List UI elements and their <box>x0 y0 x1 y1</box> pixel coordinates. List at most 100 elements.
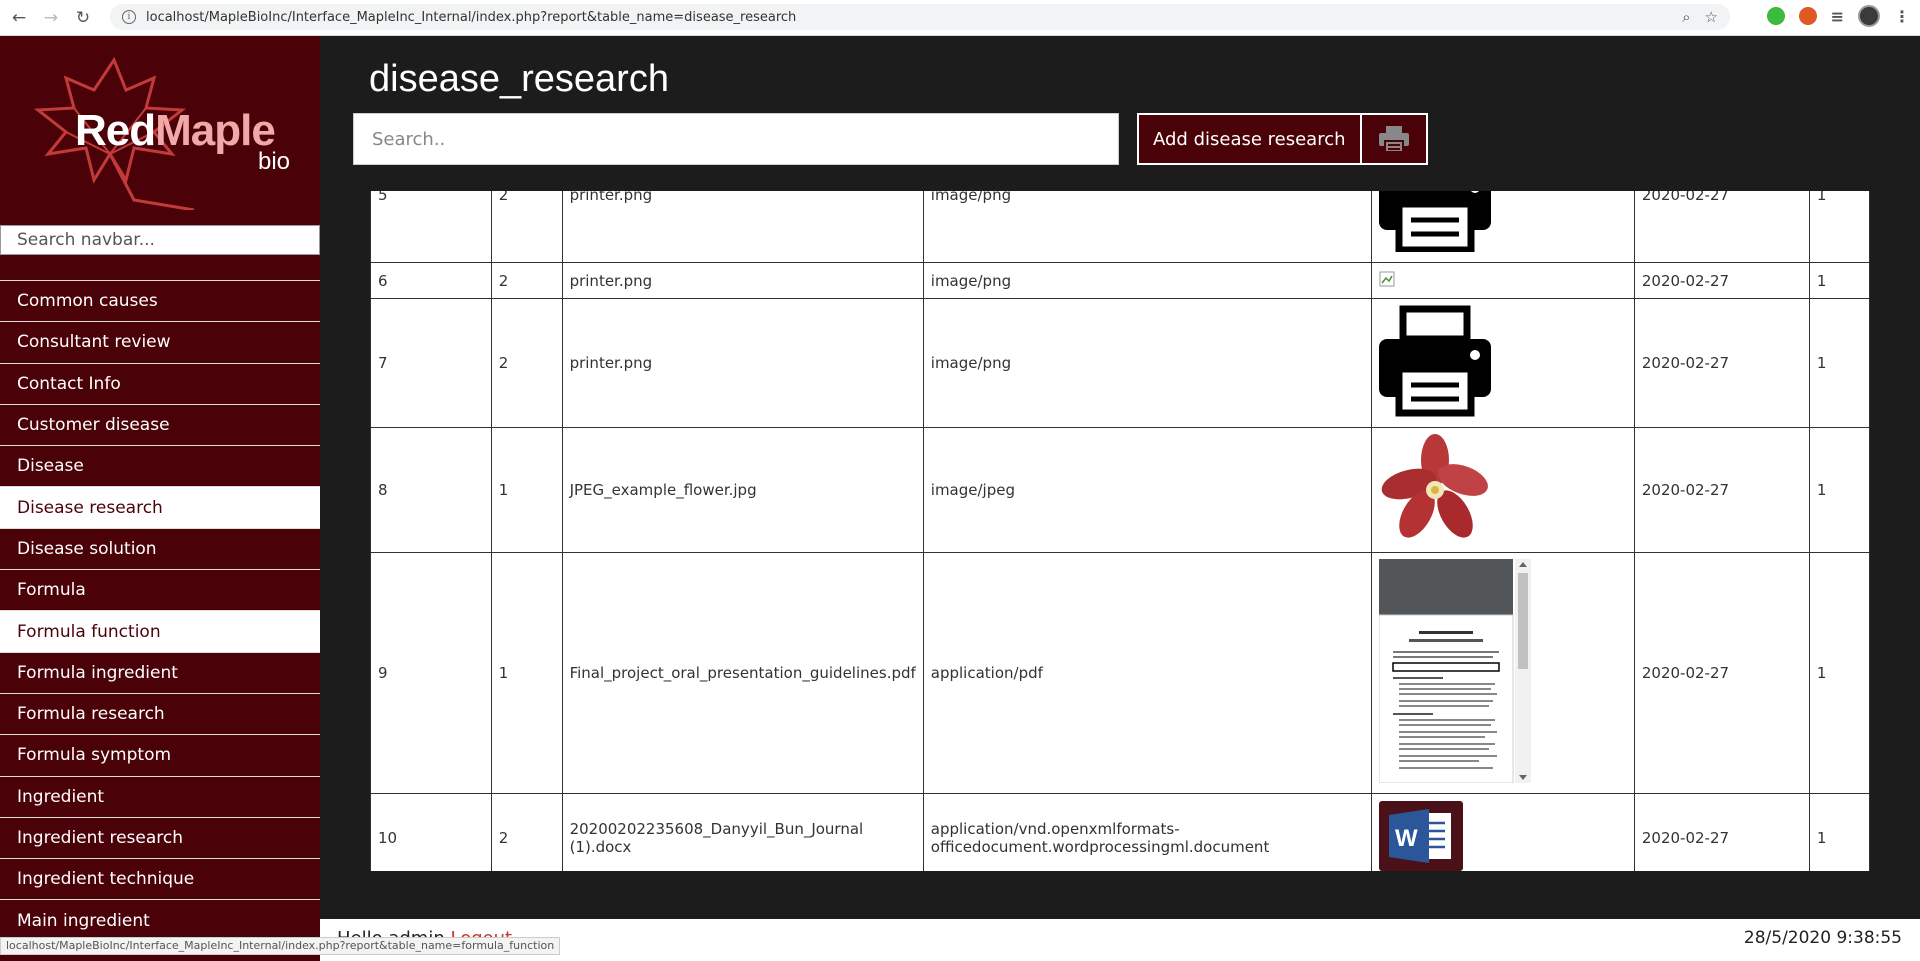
records-table-grid: 5 2 printer.png image/png 2020-02-27 1 6… <box>370 191 1870 871</box>
cell-id: 6 <box>370 262 492 299</box>
table-search-placeholder: Search.. <box>372 128 446 150</box>
cell-flag: 1 <box>1808 262 1870 299</box>
cell-c2: 2 <box>490 191 563 263</box>
sidebar-item-ingredient-technique[interactable]: Ingredient technique <box>0 858 320 899</box>
cell-flag: 1 <box>1808 552 1870 794</box>
cell-date: 2020-02-27 <box>1633 793 1810 871</box>
address-bar[interactable]: i localhost/MapleBioInc/Interface_MapleI… <box>110 4 1730 30</box>
cell-date: 2020-02-27 <box>1633 191 1810 263</box>
cell-preview: W <box>1371 793 1635 871</box>
sidebar-item-disease[interactable]: Disease <box>0 445 320 486</box>
extension-orange-icon[interactable] <box>1798 7 1817 25</box>
table-row[interactable]: 10 2 20200202235608_Danyyil_Bun_Journal … <box>370 793 1870 871</box>
cell-id: 10 <box>370 793 492 871</box>
cell-preview <box>1371 262 1635 299</box>
zoom-icon[interactable]: ⌕ <box>1682 8 1690 26</box>
table-search-input[interactable]: Search.. <box>353 113 1119 165</box>
sidebar-item-ingredient-research[interactable]: Ingredient research <box>0 816 320 858</box>
cell-date: 2020-02-27 <box>1633 427 1810 553</box>
cell-c2: 2 <box>490 298 563 428</box>
cell-filename: 20200202235608_Danyyil_Bun_Journal (1).d… <box>561 793 924 871</box>
svg-text:W: W <box>1395 825 1418 852</box>
table-row[interactable]: 9 1 Final_project_oral_presentation_guid… <box>370 552 1870 794</box>
sidebar-item-main-ingredient[interactable]: Main ingredient <box>0 899 320 940</box>
sidebar: RedMaple bio Search navbar... Common cau… <box>0 36 320 961</box>
profile-avatar[interactable] <box>1858 5 1880 27</box>
printer-preview-image[interactable] <box>1379 191 1492 254</box>
cell-flag: 1 <box>1808 191 1870 263</box>
sidebar-item-consultant-review[interactable]: Consultant review <box>0 321 320 362</box>
cell-filename: printer.png <box>561 191 924 263</box>
sidebar-item-ingredient[interactable]: Ingredient <box>0 775 320 817</box>
sidebar-item-formula[interactable]: Formula <box>0 569 320 610</box>
records-table: 5 2 printer.png image/png 2020-02-27 1 6… <box>370 191 1870 871</box>
logo-bio-word: bio <box>258 148 291 175</box>
cell-preview <box>1371 298 1635 428</box>
reload-icon[interactable]: ↻ <box>70 5 96 31</box>
navbar-search-input[interactable]: Search navbar... <box>0 225 320 255</box>
browser-menu-icon[interactable]: ⋮ <box>1894 7 1910 26</box>
browser-toolbar: ← → ↻ i localhost/MapleBioInc/Interface_… <box>0 0 1920 36</box>
media-queue-icon[interactable]: ≡ <box>1831 7 1844 26</box>
cell-filename: JPEG_example_flower.jpg <box>561 427 924 553</box>
logo-red-word: Red <box>75 106 156 155</box>
cell-date: 2020-02-27 <box>1633 298 1810 428</box>
cell-preview <box>1371 191 1635 263</box>
page-title: disease_research <box>369 58 669 100</box>
sidebar-item-contact-info[interactable]: Contact Info <box>0 362 320 404</box>
pdf-preview-viewer[interactable] <box>1378 559 1532 784</box>
table-row[interactable]: 6 2 printer.png image/png 2020-02-27 1 <box>370 262 1870 299</box>
datetime-display: 28/5/2020 9:38:55 <box>1743 928 1902 948</box>
back-icon[interactable]: ← <box>6 5 32 31</box>
cell-mimetype: image/png <box>922 191 1373 263</box>
cell-id: 8 <box>370 427 492 553</box>
redmaple-logo[interactable]: RedMaple bio <box>0 36 320 221</box>
cell-flag: 1 <box>1808 298 1870 428</box>
table-row[interactable]: 7 2 printer.png image/png 2020-02-27 1 <box>370 298 1870 428</box>
sidebar-item-formula-function[interactable]: Formula function <box>0 610 320 652</box>
cell-filename: Final_project_oral_presentation_guidelin… <box>561 552 924 794</box>
sidebar-item-formula-ingredient[interactable]: Formula ingredient <box>0 651 320 693</box>
print-button[interactable] <box>1361 115 1426 163</box>
logo-text: RedMaple <box>75 106 276 156</box>
cell-id: 5 <box>370 191 492 263</box>
cell-preview <box>1371 552 1635 794</box>
sidebar-item-customer-disease[interactable]: Customer disease <box>0 403 320 445</box>
cell-mimetype: image/jpeg <box>922 427 1373 553</box>
action-buttons: Add disease research <box>1137 113 1428 165</box>
cell-mimetype: image/png <box>922 298 1373 428</box>
word-document-icon[interactable]: W <box>1379 800 1464 871</box>
broken-image-icon[interactable] <box>1379 271 1395 287</box>
main-content: disease_research Search.. Add disease re… <box>320 36 1920 919</box>
cell-filename: printer.png <box>561 262 924 299</box>
extension-green-icon[interactable] <box>1766 7 1785 25</box>
cell-c2: 2 <box>490 262 563 299</box>
sidebar-item-disease-solution[interactable]: Disease solution <box>0 527 320 569</box>
bookmark-star-icon[interactable]: ☆ <box>1705 8 1718 26</box>
cell-mimetype: application/pdf <box>922 552 1373 794</box>
table-row[interactable]: 8 1 JPEG_example_flower.jpg image/jpeg 2… <box>370 427 1870 553</box>
logo-maple-word: Maple <box>155 106 276 155</box>
sidebar-item-formula-symptom[interactable]: Formula symptom <box>0 734 320 775</box>
address-url[interactable]: localhost/MapleBioInc/Interface_MapleInc… <box>146 10 796 25</box>
cell-mimetype: application/vnd.openxmlformats-officedoc… <box>922 793 1373 871</box>
cell-id: 7 <box>370 298 492 428</box>
cell-c2: 1 <box>490 552 563 794</box>
cell-flag: 1 <box>1808 793 1870 871</box>
forward-icon[interactable]: → <box>38 5 64 31</box>
flower-preview-image[interactable] <box>1379 434 1491 542</box>
cell-date: 2020-02-27 <box>1633 552 1810 794</box>
add-disease-research-button[interactable]: Add disease research <box>1139 115 1362 163</box>
cell-filename: printer.png <box>561 298 924 428</box>
site-info-icon[interactable]: i <box>122 10 136 24</box>
sidebar-item-common-causes[interactable]: Common causes <box>0 280 320 321</box>
sidebar-item-disease-research[interactable]: Disease research <box>0 486 320 528</box>
link-status-bar: localhost/MapleBioInc/Interface_MapleInc… <box>0 937 561 955</box>
table-row[interactable]: 5 2 printer.png image/png 2020-02-27 1 <box>370 191 1870 263</box>
cell-flag: 1 <box>1808 427 1870 553</box>
navbar-search-placeholder: Search navbar... <box>17 230 155 250</box>
sidebar-item-formula-research[interactable]: Formula research <box>0 692 320 734</box>
cell-preview <box>1371 427 1635 553</box>
printer-preview-image[interactable] <box>1379 305 1492 417</box>
sidebar-nav: Common causes Consultant review Contact … <box>0 280 320 941</box>
